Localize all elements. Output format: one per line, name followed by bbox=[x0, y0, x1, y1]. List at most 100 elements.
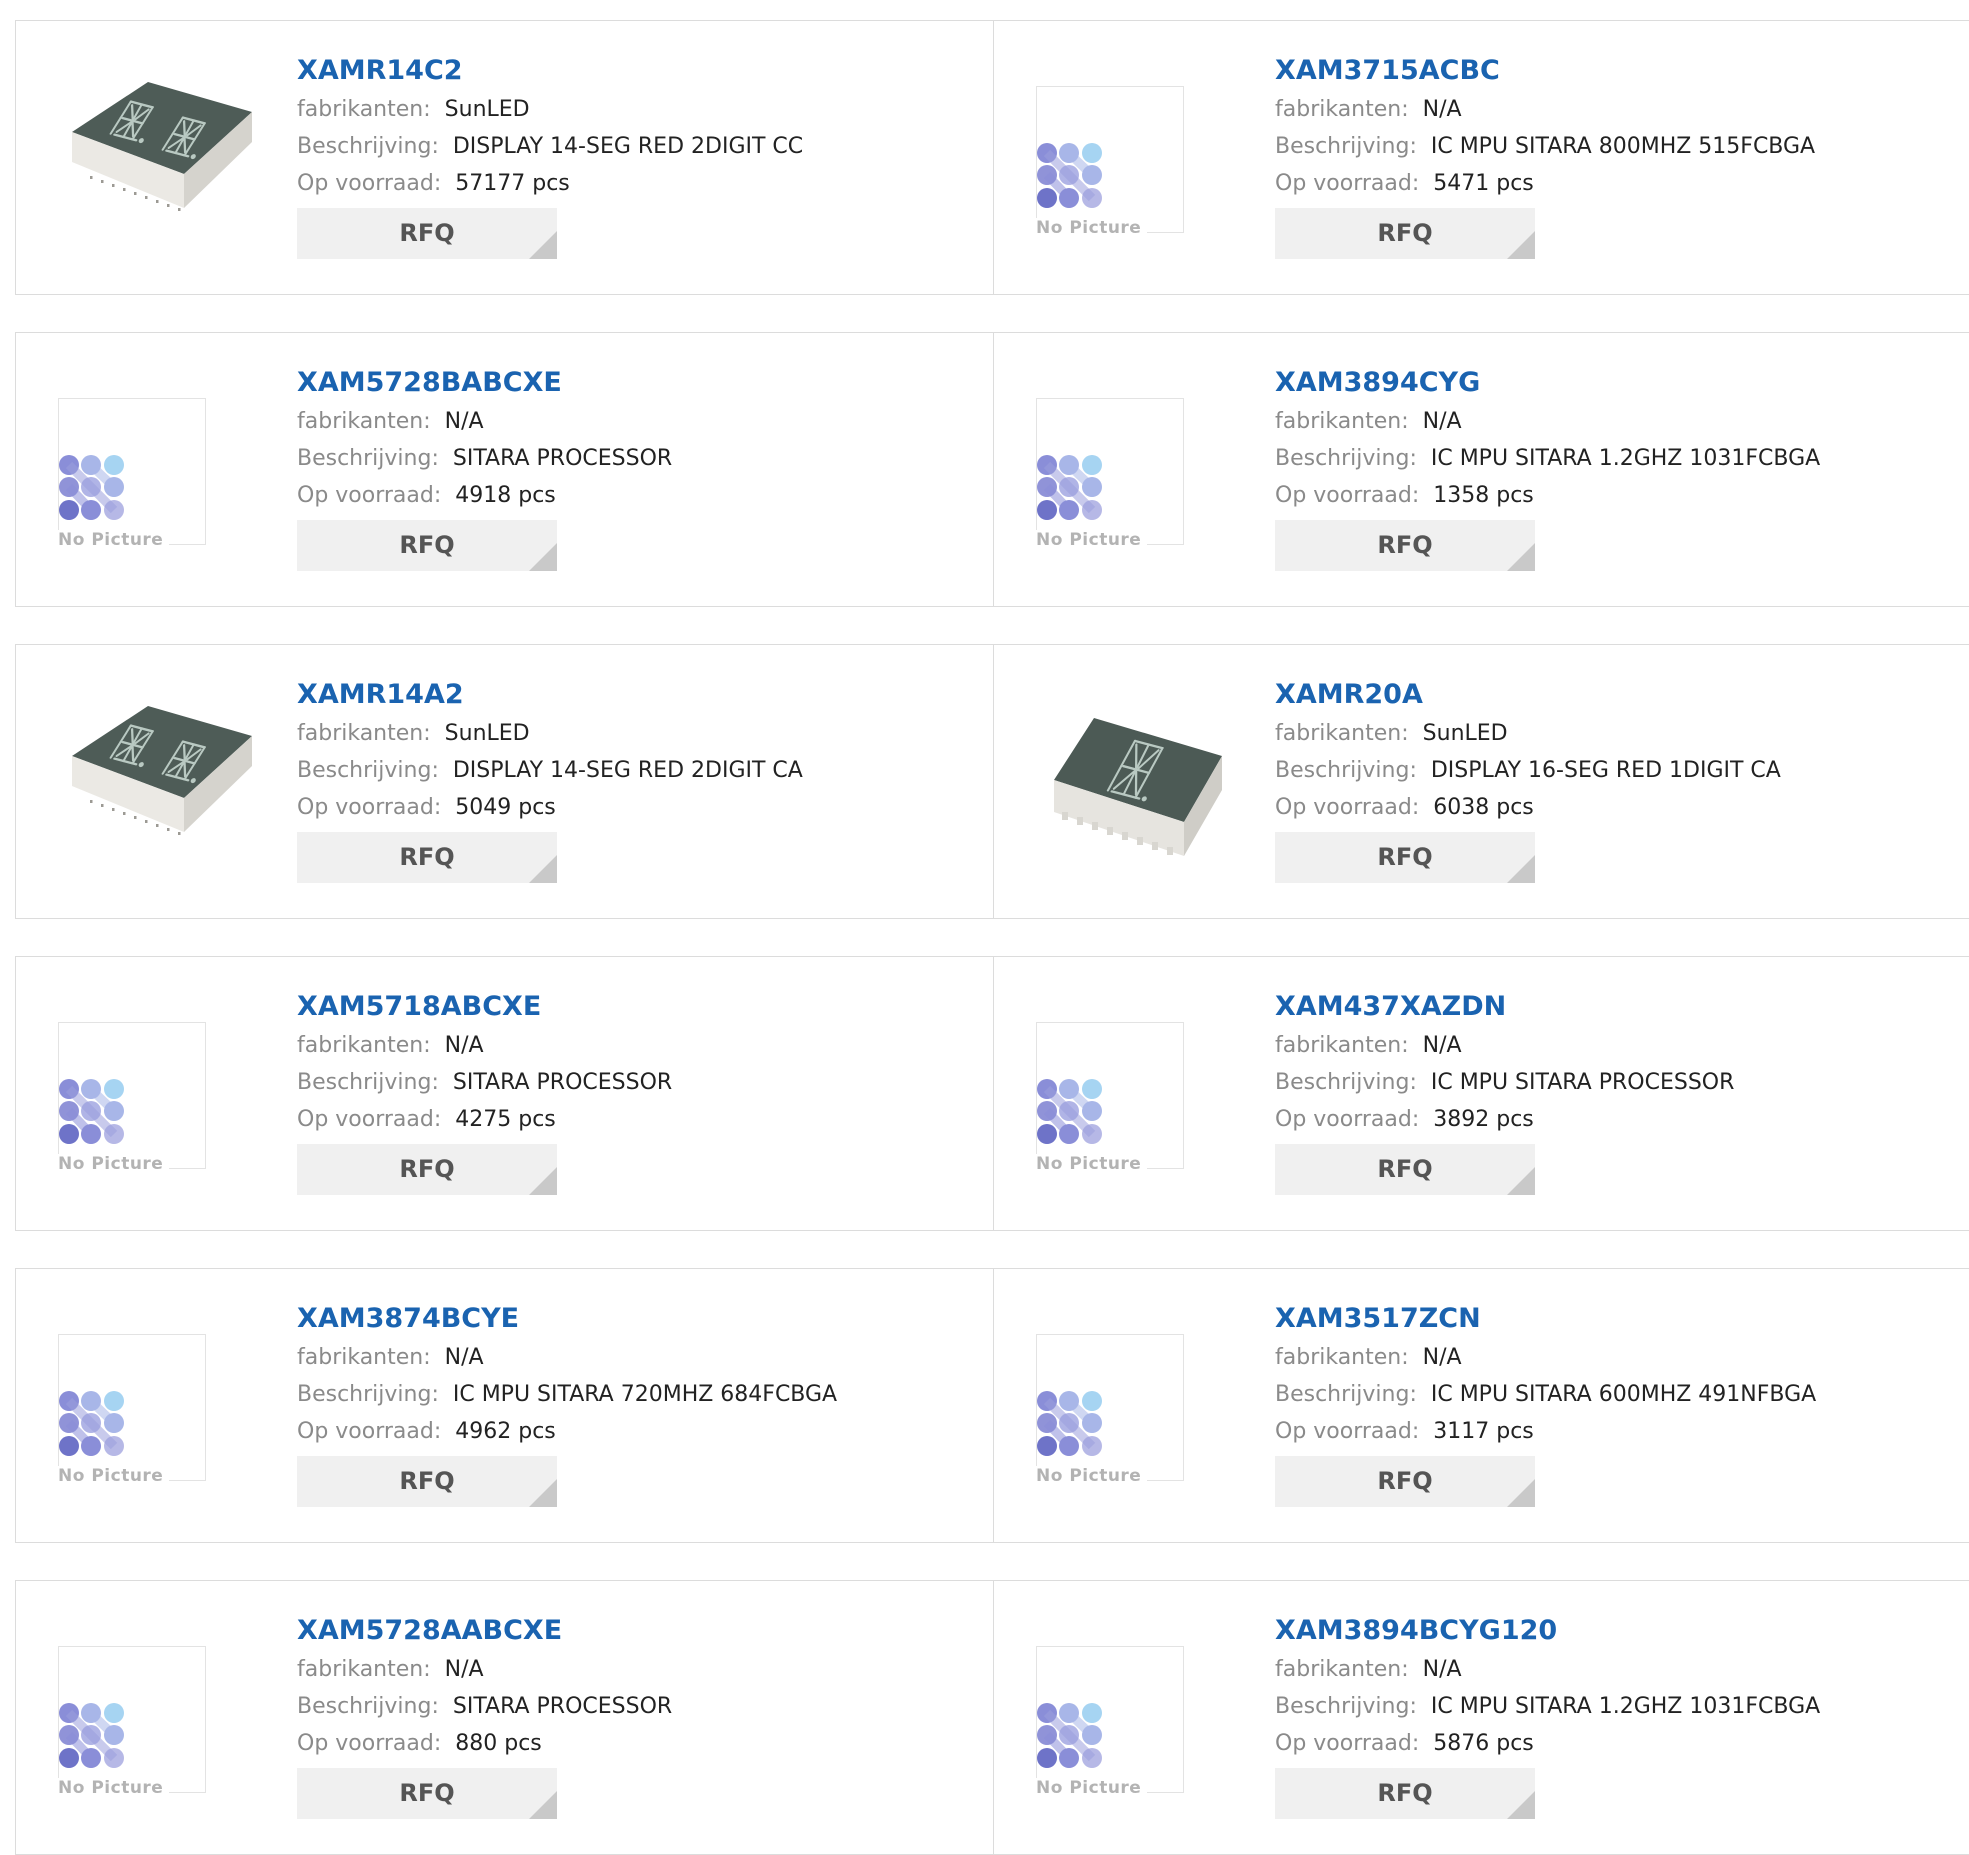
rfq-label: RFQ bbox=[1377, 531, 1433, 559]
manufacturer-value: SunLED bbox=[444, 721, 530, 746]
part-number-link[interactable]: XAM3715ACBC bbox=[1275, 51, 1935, 91]
stock-label: Op voorraad: bbox=[1275, 1419, 1420, 1444]
corner-triangle-icon bbox=[529, 543, 557, 571]
led-display-1digit-icon bbox=[1054, 718, 1222, 856]
part-number-link[interactable]: XAM3894CYG bbox=[1275, 363, 1935, 403]
description-value: DISPLAY 16-SEG RED 1DIGIT CA bbox=[1430, 758, 1781, 783]
part-number-link[interactable]: XAM437XAZDN bbox=[1275, 987, 1935, 1027]
stock-value: 3892 pcs bbox=[1433, 1107, 1534, 1132]
part-number-link[interactable]: XAMR20A bbox=[1275, 675, 1935, 715]
product-card: No Picture XAM5718ABCXE fabrikanten: N/A Bes… bbox=[16, 957, 994, 1230]
manufacturer-value: N/A bbox=[1422, 409, 1462, 434]
corner-triangle-icon bbox=[529, 1791, 557, 1819]
rfq-button[interactable]: RFQ bbox=[1275, 1768, 1535, 1819]
description: Beschrijving: DISPLAY 14-SEG RED 2DIGIT C… bbox=[297, 128, 957, 165]
product-row: No Picture XAM5728BABCXE fabrikanten: N/A Be… bbox=[15, 332, 1969, 607]
product-row: No Picture XAM5728AABCXE fabrikanten: N/A Be… bbox=[15, 1580, 1969, 1855]
no-picture-placeholder[interactable]: No Picture bbox=[1034, 992, 1234, 1192]
manufacturer: fabrikanten: N/A bbox=[297, 1339, 957, 1376]
no-picture-label: No Picture bbox=[58, 530, 168, 550]
description-value: IC MPU SITARA 600MHZ 491NFBGA bbox=[1430, 1382, 1817, 1407]
manufacturer-value: SunLED bbox=[1422, 721, 1508, 746]
description-label: Beschrijving: bbox=[297, 758, 439, 783]
no-picture-icon bbox=[59, 455, 124, 520]
part-number-link[interactable]: XAMR14C2 bbox=[297, 51, 957, 91]
product-card: XAMR14C2 fabrikanten: SunLED Beschrijving: D… bbox=[16, 21, 994, 294]
no-picture-label: No Picture bbox=[1036, 1778, 1146, 1798]
rfq-button[interactable]: RFQ bbox=[297, 832, 557, 883]
manufacturer-value: SunLED bbox=[444, 97, 530, 122]
manufacturer: fabrikanten: N/A bbox=[297, 1027, 957, 1064]
manufacturer-label: fabrikanten: bbox=[297, 409, 431, 434]
no-picture-placeholder[interactable]: No Picture bbox=[56, 992, 256, 1192]
rfq-button[interactable]: RFQ bbox=[1275, 832, 1535, 883]
description-value: SITARA PROCESSOR bbox=[452, 1070, 673, 1095]
stock: Op voorraad: 4918 pcs bbox=[297, 477, 957, 514]
product-info: XAM5718ABCXE fabrikanten: N/A Beschrijving:… bbox=[297, 987, 957, 1195]
rfq-button[interactable]: RFQ bbox=[297, 520, 557, 571]
rfq-label: RFQ bbox=[399, 1155, 455, 1183]
no-picture-label: No Picture bbox=[1036, 1466, 1146, 1486]
manufacturer-label: fabrikanten: bbox=[297, 1033, 431, 1058]
stock: Op voorraad: 5471 pcs bbox=[1275, 165, 1935, 202]
product-card: No Picture XAM3874BCYE fabrikanten: N/A Besc… bbox=[16, 1269, 994, 1542]
manufacturer: fabrikanten: N/A bbox=[297, 1651, 957, 1688]
rfq-button[interactable]: RFQ bbox=[297, 1144, 557, 1195]
manufacturer: fabrikanten: SunLED bbox=[1275, 715, 1935, 752]
rfq-button[interactable]: RFQ bbox=[297, 1456, 557, 1507]
product-image[interactable] bbox=[56, 56, 256, 256]
corner-triangle-icon bbox=[529, 231, 557, 259]
manufacturer-value: N/A bbox=[1422, 1033, 1462, 1058]
product-card: No Picture XAM5728AABCXE fabrikanten: N/A Be… bbox=[16, 1581, 994, 1854]
part-number-link[interactable]: XAM5718ABCXE bbox=[297, 987, 957, 1027]
rfq-label: RFQ bbox=[399, 219, 455, 247]
no-picture-placeholder[interactable]: No Picture bbox=[1034, 56, 1234, 256]
corner-triangle-icon bbox=[1507, 1791, 1535, 1819]
description: Beschrijving: IC MPU SITARA 1.2GHZ 1031FC… bbox=[1275, 1688, 1935, 1725]
no-picture-placeholder[interactable]: No Picture bbox=[1034, 1616, 1234, 1816]
rfq-button[interactable]: RFQ bbox=[1275, 208, 1535, 259]
description-value: DISPLAY 14-SEG RED 2DIGIT CA bbox=[452, 758, 803, 783]
rfq-button[interactable]: RFQ bbox=[297, 1768, 557, 1819]
part-number-link[interactable]: XAMR14A2 bbox=[297, 675, 957, 715]
manufacturer: fabrikanten: N/A bbox=[1275, 1027, 1935, 1064]
corner-triangle-icon bbox=[529, 855, 557, 883]
part-number-link[interactable]: XAM3894BCYG120 bbox=[1275, 1611, 1935, 1651]
product-image[interactable] bbox=[1034, 680, 1234, 880]
part-number-link[interactable]: XAM3517ZCN bbox=[1275, 1299, 1935, 1339]
part-number-link[interactable]: XAM3874BCYE bbox=[297, 1299, 957, 1339]
stock-value: 5876 pcs bbox=[1433, 1731, 1534, 1756]
manufacturer-value: N/A bbox=[444, 409, 484, 434]
stock-value: 4962 pcs bbox=[455, 1419, 556, 1444]
no-picture-placeholder[interactable]: No Picture bbox=[56, 1304, 256, 1504]
no-picture-placeholder[interactable]: No Picture bbox=[56, 1616, 256, 1816]
rfq-label: RFQ bbox=[1377, 1467, 1433, 1495]
no-picture-icon bbox=[59, 1703, 124, 1768]
rfq-label: RFQ bbox=[1377, 843, 1433, 871]
no-picture-placeholder[interactable]: No Picture bbox=[1034, 1304, 1234, 1504]
part-number-link[interactable]: XAM5728AABCXE bbox=[297, 1611, 957, 1651]
manufacturer: fabrikanten: SunLED bbox=[297, 91, 957, 128]
stock-label: Op voorraad: bbox=[297, 1107, 442, 1132]
rfq-button[interactable]: RFQ bbox=[1275, 1144, 1535, 1195]
no-picture-placeholder[interactable]: No Picture bbox=[1034, 368, 1234, 568]
stock: Op voorraad: 880 pcs bbox=[297, 1725, 957, 1762]
rfq-label: RFQ bbox=[399, 531, 455, 559]
stock: Op voorraad: 5876 pcs bbox=[1275, 1725, 1935, 1762]
rfq-button[interactable]: RFQ bbox=[297, 208, 557, 259]
stock-label: Op voorraad: bbox=[1275, 1107, 1420, 1132]
stock-value: 880 pcs bbox=[455, 1731, 542, 1756]
product-card: No Picture XAM3517ZCN fabrikanten: N/A Besch… bbox=[994, 1269, 1969, 1542]
part-number-link[interactable]: XAM5728BABCXE bbox=[297, 363, 957, 403]
product-image[interactable] bbox=[56, 680, 256, 880]
no-picture-icon bbox=[1037, 1391, 1102, 1456]
no-picture-placeholder[interactable]: No Picture bbox=[56, 368, 256, 568]
stock: Op voorraad: 4962 pcs bbox=[297, 1413, 957, 1450]
manufacturer-label: fabrikanten: bbox=[1275, 97, 1409, 122]
stock: Op voorraad: 3117 pcs bbox=[1275, 1413, 1935, 1450]
rfq-button[interactable]: RFQ bbox=[1275, 1456, 1535, 1507]
stock-value: 5049 pcs bbox=[455, 795, 556, 820]
description-label: Beschrijving: bbox=[297, 134, 439, 159]
rfq-button[interactable]: RFQ bbox=[1275, 520, 1535, 571]
description-value: IC MPU SITARA 1.2GHZ 1031FCBGA bbox=[1430, 1694, 1821, 1719]
